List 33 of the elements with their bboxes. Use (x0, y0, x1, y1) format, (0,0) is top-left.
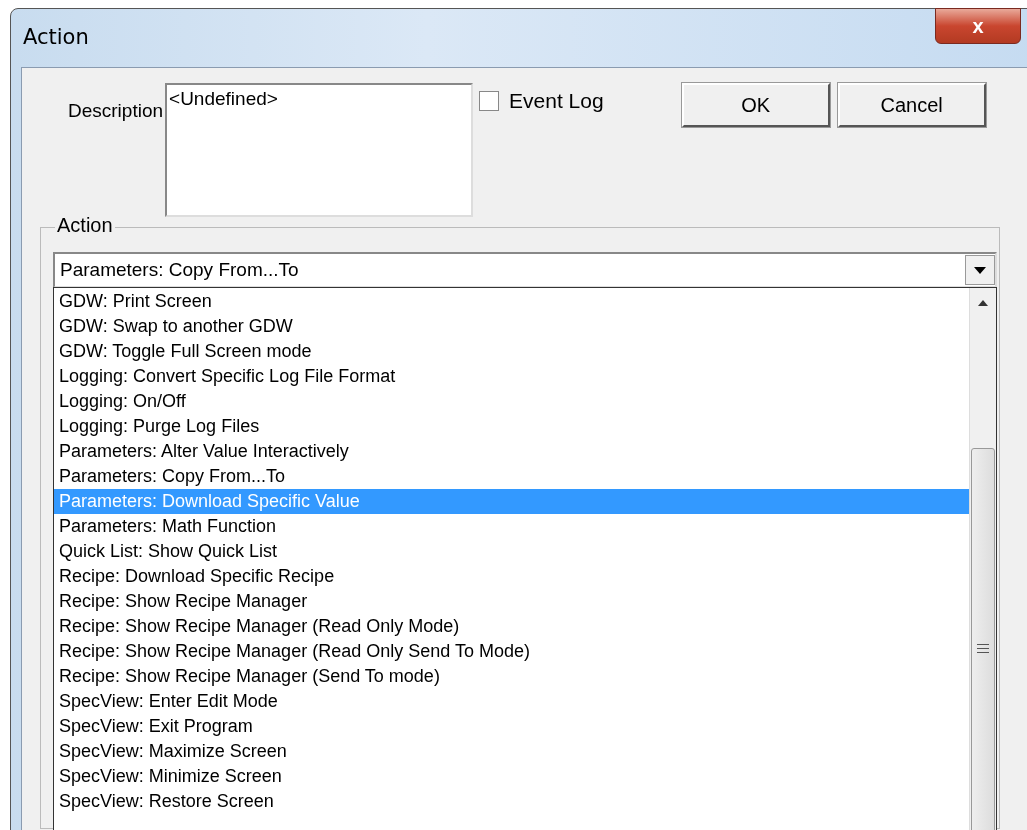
scrollbar[interactable] (969, 288, 996, 830)
list-item[interactable]: Quick List: Show Quick List (54, 539, 969, 564)
description-label: Description (68, 100, 164, 122)
description-field[interactable]: <Undefined> (165, 83, 474, 217)
list-item[interactable]: Recipe: Show Recipe Manager (Read Only Send To Mode) (54, 639, 969, 664)
list-item[interactable]: GDW: Toggle Full Screen mode (54, 339, 969, 364)
list-item[interactable]: Parameters: Alter Value Interactively (54, 439, 969, 464)
list-item[interactable]: GDW: Swap to another GDW (54, 314, 969, 339)
list-item[interactable]: Recipe: Show Recipe Manager (Read Only Mode) (54, 614, 969, 639)
list-item[interactable]: Parameters: Math Function (54, 514, 969, 539)
grip-icon (977, 643, 989, 653)
list-item[interactable]: GDW: Print Screen (54, 289, 969, 314)
list-item[interactable]: Recipe: Download Specific Recipe (54, 564, 969, 589)
list-item[interactable]: SpecView: Maximize Screen (54, 739, 969, 764)
list-item[interactable]: Recipe: Show Recipe Manager (54, 589, 969, 614)
cancel-button[interactable]: Cancel (837, 83, 986, 127)
list-item[interactable]: SpecView: Minimize Screen (54, 764, 969, 789)
event-log-checkbox[interactable] (479, 91, 500, 111)
list-item[interactable]: Parameters: Copy From...To (54, 464, 969, 489)
ok-button[interactable]: OK (681, 83, 830, 127)
list-item[interactable]: SpecView: Restore Screen (54, 789, 969, 814)
list-item[interactable]: Recipe: Show Recipe Manager (Send To mode) (54, 664, 969, 689)
list-item[interactable]: Logging: Convert Specific Log File Format (54, 364, 969, 389)
scroll-up-icon[interactable] (978, 300, 988, 306)
event-log-label: Event Log (509, 89, 604, 113)
window-title: Action (23, 25, 89, 49)
action-combo-box[interactable]: Parameters: Copy From...To (53, 252, 997, 288)
list-item[interactable]: Logging: Purge Log Files (54, 414, 969, 439)
close-button[interactable]: x (935, 8, 1021, 44)
list-item[interactable]: SpecView: Enter Edit Mode (54, 689, 969, 714)
list-item[interactable]: SpecView: Exit Program (54, 714, 969, 739)
list-item[interactable]: Logging: On/Off (54, 389, 969, 414)
scrollbar-thumb[interactable] (971, 448, 995, 830)
